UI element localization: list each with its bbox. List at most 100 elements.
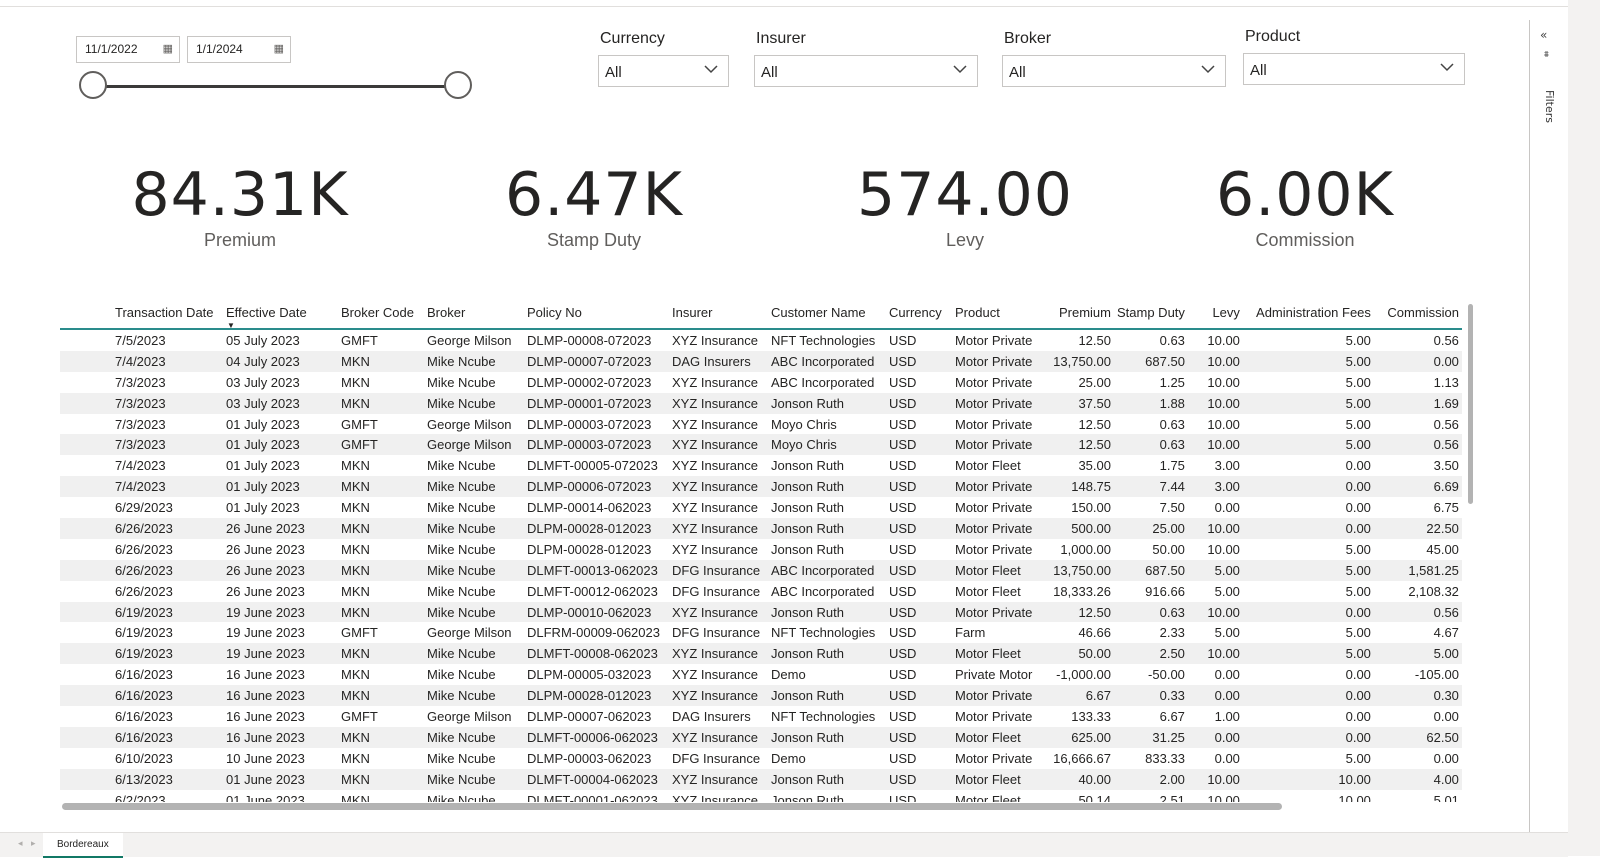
table-cell: 150.00	[1071, 500, 1111, 516]
tab-bordereaux[interactable]: Bordereaux	[43, 833, 123, 858]
column-header[interactable]: Premium	[1046, 296, 1114, 330]
table-row[interactable]: 6/19/2023 19 June 2023 GMFT George Milson DL…	[60, 622, 1462, 643]
table-cell: USD	[889, 750, 917, 766]
table-row[interactable]: 7/3/2023 03 July 2023 MKN Mike Ncube DLMP-00…	[60, 392, 1462, 414]
table-row[interactable]: 6/26/2023 26 June 2023 MKN Mike Ncube DLPM-0…	[60, 518, 1462, 539]
broker-dropdown[interactable]: All	[1002, 55, 1226, 87]
column-header[interactable]: Transaction Date	[112, 296, 223, 330]
data-table: Transaction Date Effective Date ▼ Broker Co…	[60, 296, 1462, 802]
prev-page-icon[interactable]: ◂	[18, 839, 23, 849]
table-row[interactable]: 7/3/2023 03 July 2023 MKN Mike Ncube DLMP-00…	[60, 372, 1462, 393]
table-cell: 16 June 2023	[226, 667, 305, 683]
table-cell: Motor Private	[952, 434, 1046, 456]
table-row[interactable]: 6/16/2023 16 June 2023 MKN Mike Ncube DLPM-0…	[60, 664, 1462, 685]
table-row[interactable]: 6/26/2023 26 June 2023 MKN Mike Ncube DLPM-0…	[60, 539, 1462, 560]
table-row[interactable]: 6/16/2023 16 June 2023 GMFT George Milson DL…	[60, 706, 1462, 727]
column-header[interactable]: Levy	[1187, 296, 1243, 330]
row-spacer	[60, 329, 112, 351]
column-header[interactable]: Customer Name	[768, 296, 886, 330]
vertical-scrollbar[interactable]	[1468, 304, 1473, 504]
table-cell: 0.63	[1159, 332, 1185, 348]
table-row[interactable]: 7/3/2023 01 July 2023 GMFT George Milson DLM…	[60, 414, 1462, 435]
table-cell: 7/4/2023	[112, 350, 223, 372]
currency-dropdown[interactable]: All	[598, 55, 729, 87]
table-row[interactable]: 6/2/2023 01 June 2023 MKN Mike Ncube DLMFT-0…	[60, 790, 1462, 802]
horizontal-scrollbar[interactable]	[62, 803, 1282, 810]
column-header[interactable]: Broker	[424, 296, 524, 330]
row-spacer	[60, 622, 112, 643]
table-cell: 0.00	[1242, 476, 1374, 498]
date-range-slider-track[interactable]	[93, 85, 458, 88]
table-cell: 0.00	[1433, 708, 1459, 724]
calendar-icon[interactable]: ▦	[163, 42, 173, 55]
table-cell: Private Motor	[955, 667, 1033, 683]
table-row[interactable]: 6/10/2023 10 June 2023 MKN Mike Ncube DLMP-0…	[60, 748, 1462, 769]
table-cell: 10.00	[1187, 518, 1243, 539]
table-row[interactable]: 6/13/2023 01 June 2023 MKN Mike Ncube DLMFT-…	[60, 768, 1462, 790]
table-row[interactable]: 7/4/2023 01 July 2023 MKN Mike Ncube DLMFT-0…	[60, 455, 1462, 476]
table-row[interactable]: 6/26/2023 26 June 2023 MKN Mike Ncube DLMFT-…	[60, 559, 1462, 581]
start-date-input[interactable]: 11/1/2022 ▦	[76, 36, 180, 63]
table-row[interactable]: 6/26/2023 26 June 2023 MKN Mike Ncube DLMFT-…	[60, 581, 1462, 602]
table-row[interactable]: 7/4/2023 04 July 2023 MKN Mike Ncube DLMP-00…	[60, 350, 1462, 372]
table-cell: 6/19/2023	[115, 625, 173, 641]
bordereaux-table[interactable]: Transaction Date Effective Date ▼ Broker Co…	[60, 296, 1470, 802]
table-row[interactable]: 6/19/2023 19 June 2023 MKN Mike Ncube DLMFT-…	[60, 643, 1462, 665]
table-row[interactable]: 7/4/2023 01 July 2023 MKN Mike Ncube DLMP-00…	[60, 476, 1462, 498]
column-header[interactable]: Currency	[886, 296, 952, 330]
table-cell: 0.00	[1345, 500, 1371, 516]
end-date-input[interactable]: 1/1/2024 ▦	[187, 36, 291, 63]
table-cell: Jonson Ruth	[771, 541, 844, 557]
kpi-value: 574.00	[857, 160, 1073, 230]
table-cell: George Milson	[427, 625, 512, 641]
table-row[interactable]: 6/19/2023 19 June 2023 MKN Mike Ncube DLMP-0…	[60, 601, 1462, 623]
slider-start-handle[interactable]	[79, 71, 107, 99]
table-cell: 6.75	[1433, 500, 1459, 516]
table-row[interactable]: 7/5/2023 05 July 2023 GMFT George Milson DLM…	[60, 329, 1462, 351]
filters-pane[interactable]: « ⩩ Filters	[1529, 20, 1568, 832]
table-cell: 6/16/2023	[112, 726, 223, 748]
table-row[interactable]: 6/16/2023 16 June 2023 MKN Mike Ncube DLPM-0…	[60, 685, 1462, 707]
column-header[interactable]: Commission	[1373, 296, 1462, 330]
calendar-icon[interactable]: ▦	[274, 42, 284, 55]
table-cell: 916.66	[1145, 583, 1185, 599]
table-cell: USD	[889, 792, 917, 802]
column-header[interactable]: Product	[952, 296, 1046, 330]
top-border	[0, 0, 1568, 7]
table-cell: George Milson	[427, 708, 512, 724]
column-header[interactable]: Insurer	[669, 296, 768, 330]
table-cell: 01 July 2023	[226, 416, 300, 432]
column-header[interactable]: Policy No	[524, 296, 669, 330]
row-spacer	[60, 643, 112, 665]
table-cell: Jonson Ruth	[768, 685, 886, 707]
table-cell: DLPM-00005-032023	[527, 667, 652, 683]
row-spacer	[60, 372, 112, 393]
table-cell: 6.67	[1046, 685, 1114, 707]
column-header[interactable]: Administration Fees	[1242, 296, 1374, 330]
slider-end-handle[interactable]	[444, 71, 472, 99]
table-cell: 833.33	[1145, 750, 1185, 766]
page-tab-bar: ◂ ▸ Bordereaux	[0, 832, 1568, 858]
table-cell: Mike Ncube	[427, 374, 496, 390]
table-row[interactable]: 6/29/2023 01 July 2023 MKN Mike Ncube DLMP-0…	[60, 497, 1462, 518]
table-cell: 5.00	[1345, 332, 1371, 348]
next-page-icon[interactable]: ▸	[31, 839, 36, 849]
column-header[interactable]: Effective Date ▼	[223, 296, 338, 330]
table-cell: 5.00	[1345, 583, 1371, 599]
sort-descending-icon[interactable]: ▼	[227, 321, 235, 330]
collapse-icon[interactable]: «	[1540, 28, 1547, 42]
table-cell: Motor Private	[955, 374, 1033, 390]
insurer-dropdown[interactable]: All	[754, 55, 978, 87]
column-header[interactable]: Broker Code	[338, 296, 424, 330]
table-row[interactable]: 7/3/2023 01 July 2023 GMFT George Milson DLM…	[60, 434, 1462, 456]
table-cell: USD	[886, 518, 952, 539]
filters-label[interactable]: Filters	[1543, 90, 1556, 123]
table-cell: 10.00	[1187, 643, 1243, 665]
table-cell: 7/4/2023	[115, 458, 166, 474]
table-cell: 05 July 2023	[226, 332, 300, 348]
table-row[interactable]: 6/16/2023 16 June 2023 MKN Mike Ncube DLMFT-…	[60, 726, 1462, 748]
table-cell: Motor Private	[955, 500, 1033, 516]
table-cell: 6/16/2023	[115, 667, 173, 683]
product-dropdown[interactable]: All	[1243, 53, 1465, 85]
column-header[interactable]: Stamp Duty	[1114, 296, 1188, 330]
